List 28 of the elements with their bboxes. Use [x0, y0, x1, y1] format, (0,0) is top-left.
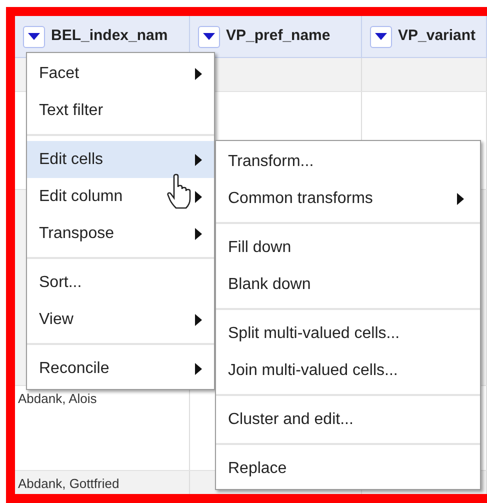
menu-item[interactable]: Join multi-valued cells... — [216, 352, 480, 389]
menu-item[interactable]: Transform... — [216, 143, 480, 180]
table-cell: Abdank, Alois — [18, 391, 97, 406]
menu-item[interactable]: Blank down — [216, 266, 480, 303]
menu-item[interactable]: Edit column — [27, 178, 214, 215]
caret-icon — [203, 33, 215, 40]
menu-item[interactable]: Fill down — [216, 229, 480, 266]
menu-item[interactable]: Reconcile — [27, 350, 214, 387]
menu-item[interactable]: Text filter — [27, 92, 214, 129]
menu-item[interactable]: View — [27, 301, 214, 338]
menu-item[interactable]: Transpose — [27, 215, 214, 252]
column-dropdown-button[interactable] — [370, 26, 392, 48]
table-cell: Abdank, Gottfried — [18, 476, 120, 491]
column-header: VP_variant — [398, 26, 476, 46]
menu-item[interactable]: Replace — [216, 450, 480, 487]
column-header: VP_pref_name — [226, 26, 330, 46]
caret-icon — [28, 33, 40, 40]
column-dropdown-button[interactable] — [198, 26, 220, 48]
column-header: BEL_index_nam — [51, 26, 168, 46]
menu-item[interactable]: Edit cells — [27, 141, 214, 178]
menu-item[interactable]: Split multi-valued cells... — [216, 315, 480, 352]
caret-icon — [375, 33, 387, 40]
menu-item[interactable]: Cluster and edit... — [216, 401, 480, 438]
menu-item[interactable]: Facet — [27, 55, 214, 92]
hand-cursor-icon — [167, 173, 193, 209]
menu-item[interactable]: Sort... — [27, 264, 214, 301]
column-dropdown-button[interactable] — [23, 26, 45, 48]
menu-item[interactable]: Common transforms — [216, 180, 480, 217]
